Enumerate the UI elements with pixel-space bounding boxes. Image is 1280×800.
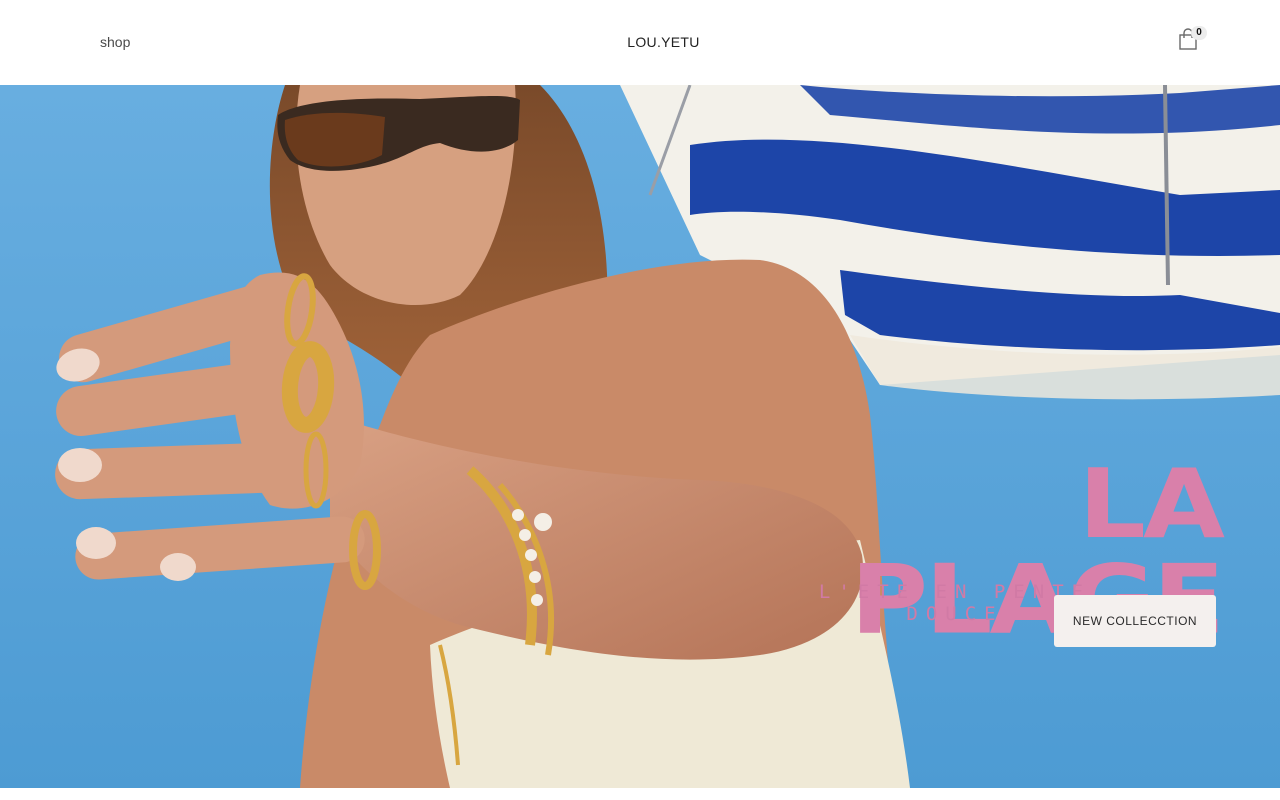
- brand-logo[interactable]: LOU.YETU: [0, 34, 1280, 50]
- hero-photo: [0, 85, 1280, 788]
- cart-count-badge: 0: [1191, 26, 1207, 40]
- new-collection-button[interactable]: NEW COLLECCTION: [1054, 595, 1216, 647]
- site-header: shop LOU.YETU 0: [0, 0, 1280, 85]
- hero-banner: LA PLAGE L'ETE EN PENTE DOUCE: [0, 85, 1280, 788]
- cart-button[interactable]: 0: [1176, 26, 1210, 56]
